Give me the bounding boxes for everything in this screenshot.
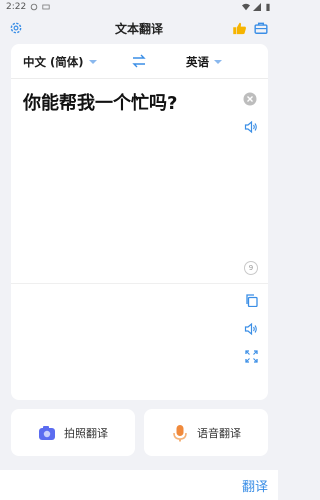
character-count-badge: 9 bbox=[244, 261, 258, 275]
source-text-input[interactable]: 你能帮我一个忙吗? bbox=[23, 92, 233, 116]
status-time: 2:22 bbox=[6, 2, 27, 12]
photo-translate-button[interactable]: 拍照翻译 bbox=[11, 409, 135, 456]
wifi-icon bbox=[242, 3, 250, 11]
fullscreen-button[interactable] bbox=[245, 350, 258, 363]
like-button[interactable] bbox=[230, 19, 248, 37]
language-bar: 中文 (简体) 英语 bbox=[11, 44, 268, 79]
battery-icon bbox=[266, 3, 270, 11]
chevron-down-icon bbox=[88, 60, 97, 64]
source-language-label: 中文 (简体) bbox=[23, 55, 84, 69]
page-title: 文本翻译 bbox=[114, 21, 163, 36]
mail-icon bbox=[42, 4, 50, 10]
signal-icon bbox=[253, 3, 261, 11]
chevron-down-icon bbox=[214, 60, 222, 64]
header: 文本翻译 bbox=[0, 14, 278, 42]
speak-target-button[interactable] bbox=[244, 322, 258, 336]
clear-input-button[interactable] bbox=[243, 92, 257, 106]
toolbox-icon bbox=[254, 22, 268, 34]
gear-icon bbox=[10, 22, 22, 34]
swap-languages-button[interactable] bbox=[131, 53, 147, 69]
divider bbox=[11, 283, 268, 284]
translation-card: 中文 (简体) 英语 你能帮我一个忙吗? 9 bbox=[11, 44, 268, 400]
camera-icon bbox=[39, 425, 55, 440]
status-bar: 2:22 bbox=[0, 0, 278, 14]
copy-button[interactable] bbox=[245, 294, 258, 307]
target-language-label: 英语 bbox=[186, 55, 209, 69]
microphone-icon bbox=[173, 424, 187, 441]
bottom-bar: 翻译 bbox=[0, 470, 278, 500]
voice-translate-label: 语音翻译 bbox=[197, 426, 241, 440]
voice-translate-button[interactable]: 语音翻译 bbox=[144, 409, 268, 456]
translate-button[interactable]: 翻译 bbox=[242, 476, 268, 495]
settings-button[interactable] bbox=[7, 19, 25, 37]
source-language-selector[interactable]: 中文 (简体) bbox=[23, 54, 97, 70]
photo-translate-label: 拍照翻译 bbox=[64, 426, 108, 440]
notification-icon bbox=[30, 3, 38, 11]
toolbox-button[interactable] bbox=[252, 19, 270, 37]
target-language-selector[interactable]: 英语 bbox=[186, 54, 222, 70]
speak-source-button[interactable] bbox=[244, 120, 258, 134]
thumbs-up-icon bbox=[232, 22, 246, 34]
